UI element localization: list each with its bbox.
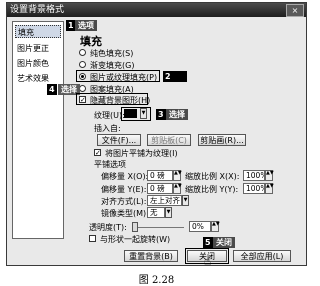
hide-background-checkbox[interactable]: ✓: [79, 96, 86, 104]
fill-section-title: 填充: [80, 35, 102, 48]
offset-x-label: 偏移量 X(O):: [101, 172, 149, 181]
offset-x-input[interactable]: 0 磅: [147, 170, 173, 181]
file-button[interactable]: 文件(F)...: [97, 134, 141, 146]
offset-y-label: 偏移量 Y(E):: [101, 185, 147, 194]
rotate-with-shape-label: 与形状一起旋转(W): [100, 235, 171, 244]
chevron-down-icon[interactable]: ▼: [140, 108, 147, 119]
transparency-label: 透明度(T):: [89, 223, 127, 232]
tile-options-label: 平铺选项: [94, 160, 126, 169]
format-background-dialog: 设置背景格式 × 填充 图片更正 图片颜色 艺术效果 1 选项 填充 纯色填充(…: [6, 2, 307, 268]
sidebar-item-picture-correction[interactable]: 图片更正: [15, 42, 61, 55]
step-marker-2: 2: [163, 71, 173, 82]
step-marker-3-label: 选择: [166, 109, 188, 120]
scale-x-spinner[interactable]: ▲▼: [265, 170, 274, 181]
offset-x-spinner[interactable]: ▲▼: [173, 170, 182, 181]
transparency-slider-track[interactable]: [132, 227, 184, 228]
transparency-spinner[interactable]: ▲▼: [211, 221, 220, 232]
tile-label: 将图片平铺为纹理(I): [105, 149, 178, 158]
hide-background-label: 隐藏背景图形(H): [90, 96, 151, 105]
category-sidebar: 填充 图片更正 图片颜色 艺术效果: [12, 21, 64, 239]
offset-y-spinner[interactable]: ▲▼: [173, 183, 182, 194]
align-select[interactable]: 左上对齐: [147, 195, 182, 206]
reset-background-button[interactable]: 重置背景(B): [124, 250, 178, 262]
radio-gradient-fill[interactable]: [79, 61, 86, 68]
radio-solid-fill-label: 纯色填充(S): [90, 49, 134, 58]
scale-y-input[interactable]: 100%: [243, 183, 265, 194]
chevron-down-icon[interactable]: ▼: [182, 195, 189, 206]
texture-swatch[interactable]: [124, 109, 137, 118]
scale-x-label: 缩放比例 X(X):: [185, 172, 240, 181]
dialog-title: 设置背景格式: [7, 3, 306, 17]
mirror-label: 镜像类型(M):: [101, 209, 149, 218]
step-marker-5: 5: [203, 237, 213, 248]
scale-y-spinner[interactable]: ▲▼: [265, 183, 274, 194]
sidebar-item-picture-color[interactable]: 图片颜色: [15, 57, 61, 70]
figure-caption: 图 2.28: [138, 275, 175, 286]
align-label: 对齐方式(L):: [101, 197, 147, 206]
offset-y-input[interactable]: 0 磅: [147, 183, 173, 194]
transparency-input[interactable]: 0%: [189, 221, 211, 232]
close-icon[interactable]: ×: [286, 4, 304, 17]
mouse-pointer-icon: ☝: [204, 254, 212, 268]
radio-pattern-fill[interactable]: [79, 85, 86, 92]
step-marker-2-label: [173, 71, 188, 82]
step-marker-3: 3: [156, 109, 166, 120]
mirror-select[interactable]: 无: [147, 207, 165, 218]
radio-solid-fill[interactable]: [79, 49, 86, 56]
scale-y-label: 缩放比例 Y(Y):: [185, 185, 239, 194]
clipboard-button[interactable]: 剪贴板(C): [147, 134, 191, 146]
transparency-slider-thumb[interactable]: [132, 222, 138, 232]
insert-from-label: 插入自:: [94, 124, 121, 133]
apply-to-all-button[interactable]: 全部应用(L): [233, 250, 291, 262]
radio-picture-texture-fill[interactable]: [79, 73, 86, 80]
step-marker-4: 4: [47, 84, 57, 95]
clip-art-button[interactable]: 剪贴画(R)...: [198, 134, 246, 146]
step-marker-1-label: 选项: [75, 20, 97, 31]
chevron-down-icon[interactable]: ▼: [165, 207, 172, 218]
sidebar-item-fill[interactable]: 填充: [15, 25, 61, 38]
tile-checkbox[interactable]: ✓: [94, 149, 101, 157]
scale-x-input[interactable]: 100%: [243, 170, 265, 181]
radio-picture-texture-fill-label: 图片或纹理填充(P): [90, 73, 158, 82]
step-marker-5-label: 关闭: [213, 237, 235, 248]
rotate-with-shape-checkbox[interactable]: [89, 235, 96, 242]
